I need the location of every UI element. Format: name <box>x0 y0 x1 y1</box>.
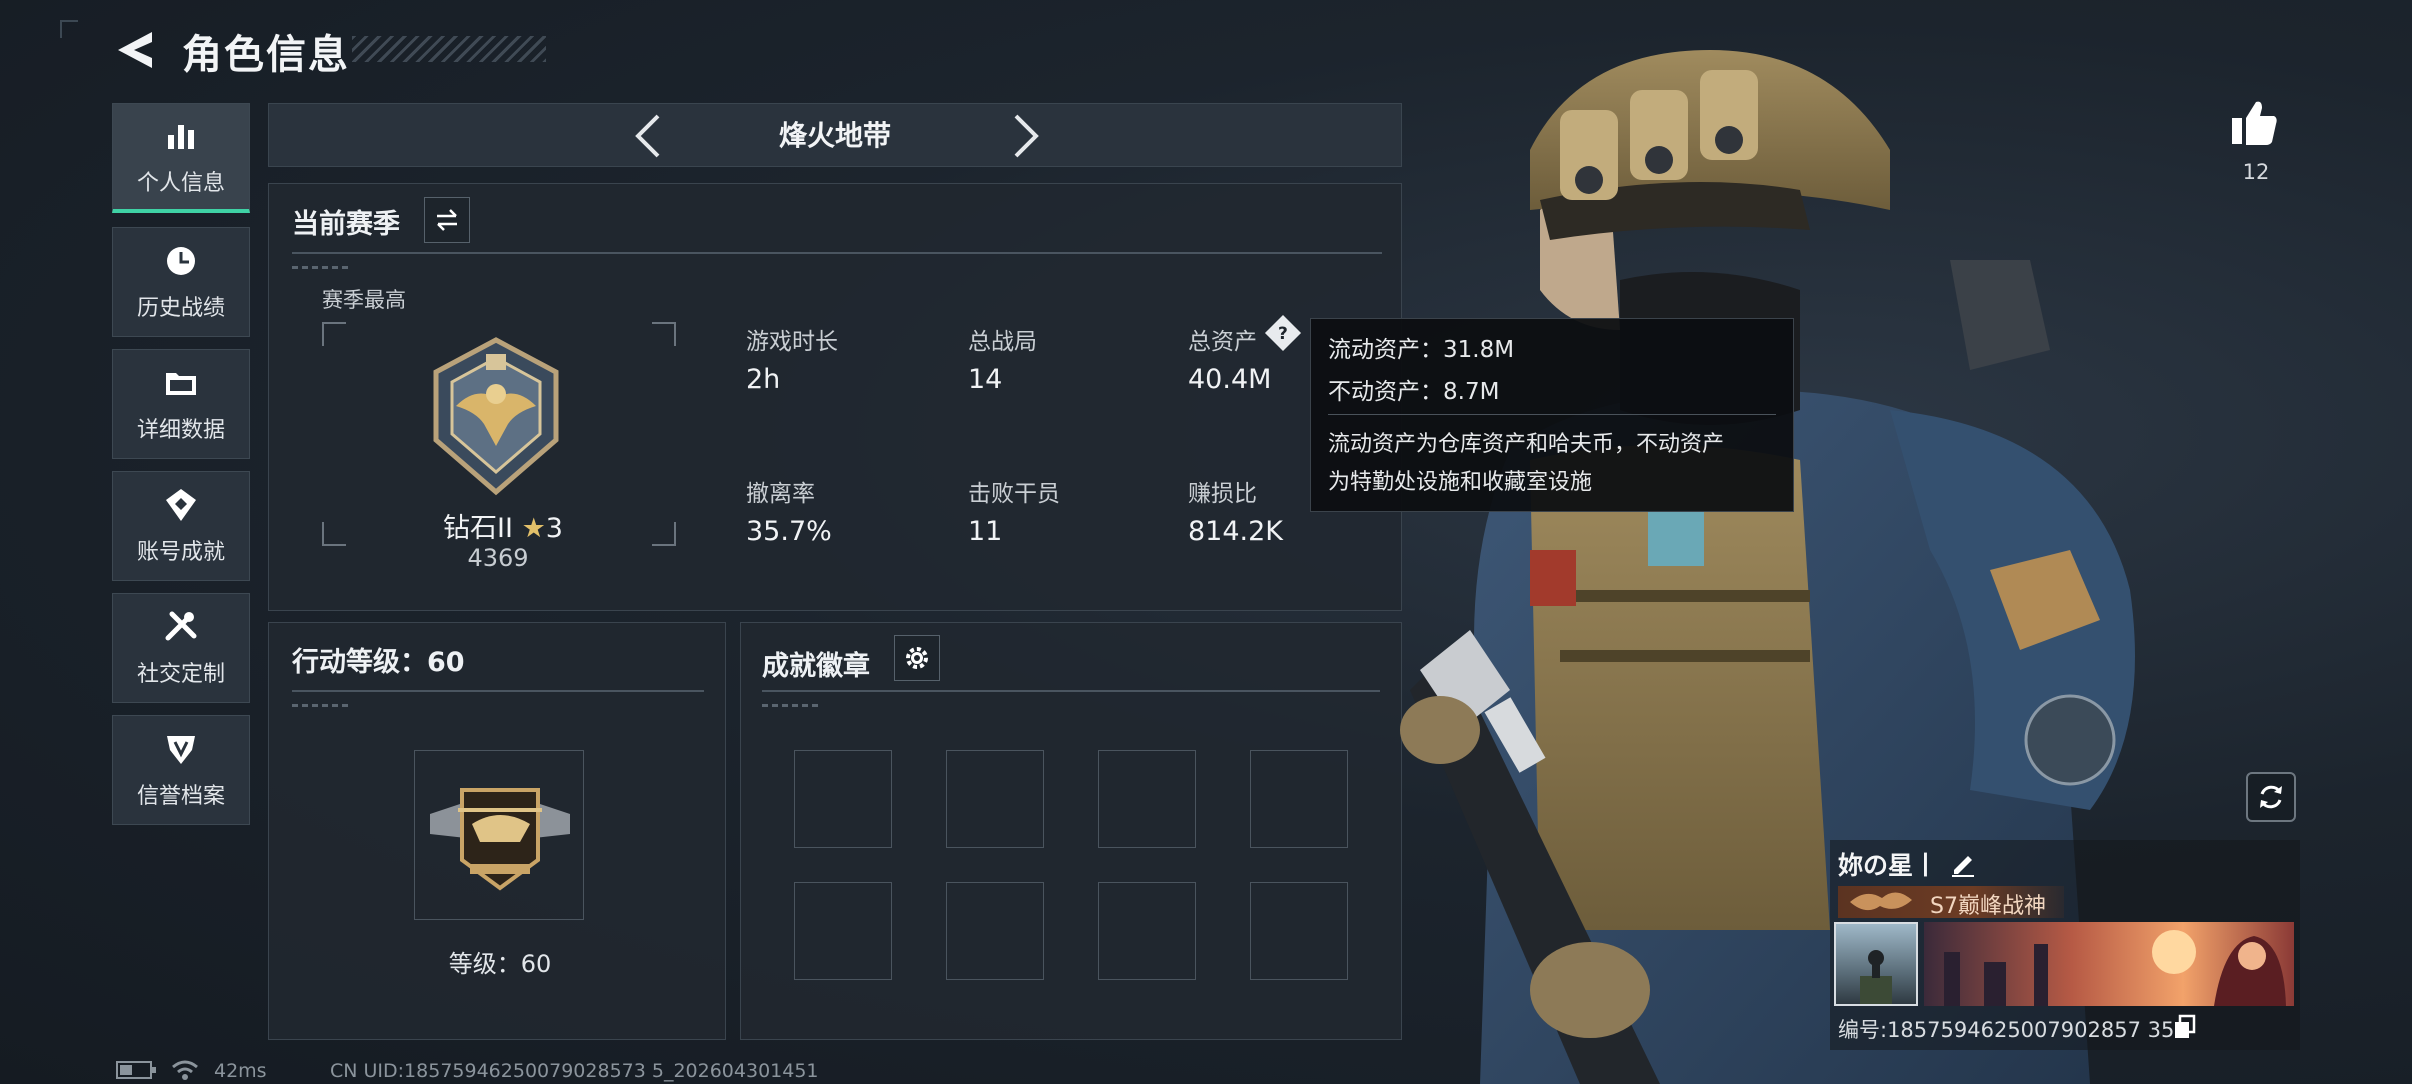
player-id: 编号:1857594625007902857 35 <box>1838 1018 2175 1042</box>
sidebar-item-history[interactable]: 历史战绩 <box>112 227 250 337</box>
achievement-icon <box>166 489 196 521</box>
uid-text: CN UID:18575946250079028573 5_2026043014… <box>330 1060 819 1082</box>
stat-value-profit-ratio: 814.2K <box>1188 516 1284 547</box>
sidebar-item-achievements[interactable]: 账号成就 <box>112 471 250 581</box>
tooltip-divider <box>1328 414 1776 415</box>
stat-value-play-time: 2h <box>746 364 781 395</box>
bar-chart-icon <box>168 124 194 149</box>
edit-pencil-icon[interactable] <box>1948 848 1978 878</box>
badge-slot[interactable] <box>1098 750 1196 848</box>
tools-icon <box>165 611 197 641</box>
refresh-icon <box>2260 785 2282 809</box>
history-icon <box>167 247 195 275</box>
refresh-button[interactable] <box>2246 772 2296 822</box>
divider <box>292 252 1382 254</box>
folder-icon <box>166 373 196 395</box>
player-avatar[interactable] <box>1834 922 1918 1006</box>
credit-icon <box>167 736 195 764</box>
chevron-right-icon[interactable] <box>996 108 1052 164</box>
ping-value: 42ms <box>214 1060 267 1082</box>
season-best-label: 赛季最高 <box>322 288 406 312</box>
stat-label-total-assets: 总资产 <box>1188 329 1257 355</box>
chevron-left-icon[interactable] <box>622 108 678 164</box>
stat-label-profit-ratio: 赚损比 <box>1188 481 1257 507</box>
corner-decoration <box>60 20 78 38</box>
sidebar-item-label: 账号成就 <box>136 540 225 565</box>
stat-value-total-assets: 40.4M <box>1188 364 1272 395</box>
tooltip-note-line1: 流动资产为仓库资产和哈夫币，不动资产 <box>1328 432 1725 457</box>
sidebar-item-label: 社交定制 <box>136 662 225 687</box>
mode-title: 烽火地带 <box>778 119 891 152</box>
deco-dashes <box>292 704 352 707</box>
sidebar-item-label: 信誉档案 <box>136 784 225 809</box>
season-panel-title: 当前赛季 <box>292 209 400 240</box>
rank-name: 钻石II <box>443 513 513 544</box>
divider <box>292 690 704 692</box>
sidebar-item-credit-record[interactable]: 信誉档案 <box>112 715 250 825</box>
badge-slot[interactable] <box>946 882 1044 980</box>
title-stripes-decoration <box>352 36 546 62</box>
title-emblem-icon <box>1850 892 1912 911</box>
rank-score: 4369 <box>467 544 529 572</box>
tooltip-note-line2: 为特勤处设施和收藏室设施 <box>1328 470 1593 495</box>
achievements-settings-button[interactable] <box>894 635 940 681</box>
switch-season-button[interactable] <box>424 197 470 243</box>
page-title: 角色信息 <box>182 32 350 78</box>
deco-dashes <box>292 266 352 269</box>
stat-label-play-time: 游戏时长 <box>746 329 838 355</box>
gear-icon <box>906 647 928 669</box>
rank-emblem-icon <box>433 337 559 496</box>
stat-value-total-matches: 14 <box>968 364 1003 395</box>
stat-value-kills: 11 <box>968 516 1003 547</box>
frame-corner <box>652 322 676 346</box>
badge-slot[interactable] <box>1098 882 1196 980</box>
sidebar-item-label: 详细数据 <box>136 418 225 443</box>
sidebar-item-label: 历史战绩 <box>136 296 225 321</box>
tooltip-liquid-assets: 流动资产：31.8M <box>1328 337 1515 363</box>
divider <box>762 690 1380 692</box>
copy-icon[interactable] <box>2172 1014 2198 1040</box>
stat-label-total-matches: 总战局 <box>968 329 1037 355</box>
achievements-title: 成就徽章 <box>762 651 870 682</box>
star-icon: ★ <box>521 513 546 544</box>
player-title: S7巅峰战神 <box>1930 894 2046 919</box>
thumbs-up-icon[interactable] <box>2228 98 2280 148</box>
sidebar-item-personal-info[interactable]: 个人信息 <box>112 103 250 213</box>
sidebar-item-detailed-data[interactable]: 详细数据 <box>112 349 250 459</box>
tooltip-fixed-assets: 不动资产：8.7M <box>1328 379 1500 405</box>
like-count: 12 <box>2242 160 2270 184</box>
frame-corner <box>322 322 346 346</box>
banner-scene-icon <box>1944 930 2286 1006</box>
player-name: 妳の星丨 <box>1838 851 1939 880</box>
sidebar-item-social-custom[interactable]: 社交定制 <box>112 593 250 703</box>
badge-slot[interactable] <box>794 882 892 980</box>
battery-icon <box>116 1061 156 1079</box>
helicopter-badge-icon <box>430 788 570 891</box>
player-banner-image <box>1924 922 2294 1006</box>
stat-label-kills: 击败干员 <box>968 481 1060 507</box>
badge-slot[interactable] <box>946 750 1044 848</box>
action-level-title: 行动等级：60 <box>292 647 465 678</box>
deco-dashes <box>762 704 822 707</box>
frame-corner <box>652 522 676 546</box>
swap-arrows-icon <box>437 209 457 231</box>
back-arrow-icon[interactable] <box>112 28 160 72</box>
stat-label-extract-rate: 撤离率 <box>746 481 815 507</box>
sidebar-item-label: 个人信息 <box>136 170 225 196</box>
avatar-figure-icon <box>1860 950 1892 1004</box>
rank-row: 钻石II ★3 <box>428 506 578 545</box>
rank-stars: 3 <box>545 513 563 544</box>
wifi-icon <box>172 1060 198 1080</box>
badge-slot[interactable] <box>794 750 892 848</box>
stat-value-extract-rate: 35.7% <box>746 516 832 547</box>
frame-corner <box>322 522 346 546</box>
action-level-label: 等级：60 <box>448 950 552 978</box>
